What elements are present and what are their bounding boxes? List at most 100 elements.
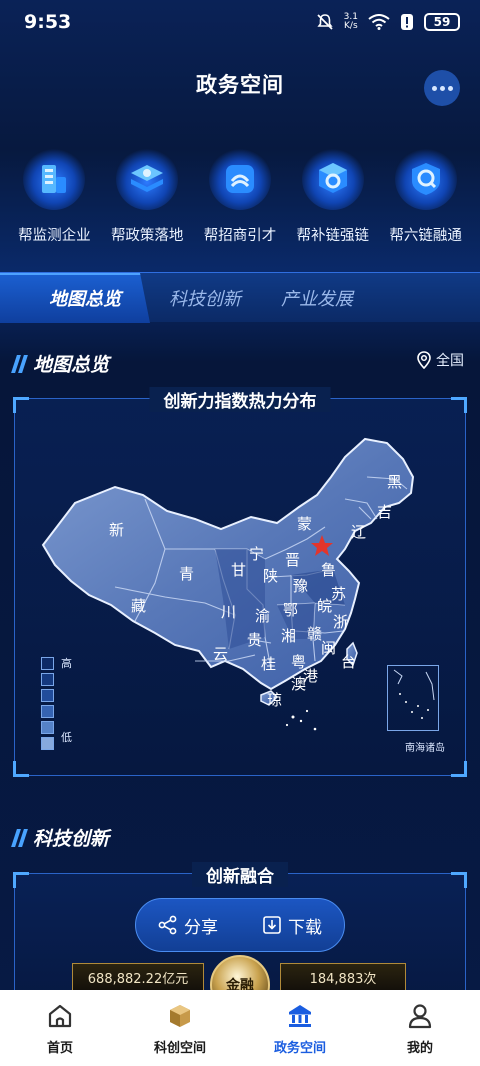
legend-swatch bbox=[41, 657, 54, 670]
alert-icon bbox=[401, 14, 413, 30]
tab-bar: 地图总览 科技创新 产业发展 bbox=[0, 272, 480, 323]
nav-government-space[interactable]: 政务空间 bbox=[250, 1002, 350, 1066]
more-dot-icon bbox=[447, 85, 453, 91]
province-label: 吉 bbox=[377, 503, 392, 521]
province-label: 闽 bbox=[321, 639, 336, 657]
section-title: 科技创新 bbox=[33, 828, 110, 850]
stat-count: 184,883次 bbox=[280, 963, 406, 991]
building-chart-icon bbox=[23, 148, 86, 210]
map-section-heading: 地图总览 bbox=[11, 350, 110, 377]
province-label: 渝 bbox=[255, 607, 270, 625]
province-label: 鄂 bbox=[283, 601, 298, 619]
download-button[interactable]: 下载 bbox=[262, 913, 322, 938]
nav-innovation-space[interactable]: 科创空间 bbox=[130, 1002, 230, 1066]
service-supply-chain[interactable]: 帮补链强链 bbox=[289, 148, 377, 245]
more-button[interactable] bbox=[424, 70, 460, 106]
province-label: 陕 bbox=[263, 567, 278, 585]
nav-label: 我的 bbox=[406, 1041, 433, 1056]
service-label: 帮政策落地 bbox=[110, 228, 184, 244]
nav-label: 科创空间 bbox=[153, 1041, 206, 1056]
screen: 9:53 3.1 K/s 59 政务空间 帮监测企业 帮政策落地 帮招商引才 帮… bbox=[0, 0, 480, 1066]
province-label: 皖 bbox=[317, 597, 332, 615]
province-label: 川 bbox=[221, 603, 236, 621]
chain-shield-icon bbox=[394, 148, 457, 210]
province-label: 琼 bbox=[267, 691, 282, 709]
location-pin-icon bbox=[417, 351, 431, 369]
south-sea-inset bbox=[387, 665, 439, 731]
province-label: 澳 bbox=[291, 675, 306, 693]
legend-low-label: 低 bbox=[61, 731, 72, 744]
download-label: 下载 bbox=[288, 917, 322, 938]
service-label: 帮补链强链 bbox=[296, 228, 370, 244]
section-title: 地图总览 bbox=[33, 354, 110, 376]
province-label: 桂 bbox=[261, 655, 276, 673]
person-icon bbox=[408, 1004, 432, 1029]
section-marker-icon bbox=[11, 354, 28, 373]
service-label: 帮监测企业 bbox=[18, 228, 91, 244]
nav-home[interactable]: 首页 bbox=[10, 1002, 110, 1066]
province-label: 宁 bbox=[249, 545, 264, 563]
nav-mine[interactable]: 我的 bbox=[370, 1002, 470, 1066]
province-label: 辽 bbox=[351, 523, 366, 541]
more-dot-icon bbox=[439, 85, 445, 91]
mute-icon bbox=[317, 14, 333, 30]
tech-section-heading: 科技创新 bbox=[11, 824, 110, 851]
handshake-icon bbox=[208, 148, 271, 210]
wifi-icon bbox=[368, 14, 390, 30]
province-label: 湘 bbox=[281, 627, 296, 645]
province-label: 蒙 bbox=[297, 515, 312, 533]
government-icon bbox=[289, 1005, 311, 1027]
tab-tech-innovation[interactable]: 科技创新 bbox=[150, 273, 260, 323]
download-icon bbox=[263, 916, 281, 934]
region-label: 全国 bbox=[436, 353, 464, 369]
section-marker-icon bbox=[11, 828, 28, 847]
heatmap-panel: 创新力指数热力分布 新 藏 青 甘 宁 蒙 黑 吉 辽 晋 陕 川 渝 贵 云 … bbox=[13, 387, 467, 777]
province-label: 甘 bbox=[231, 561, 246, 579]
province-label: 鲁 bbox=[321, 561, 336, 579]
south-sea-islands-map bbox=[393, 669, 435, 719]
battery-indicator: 59 bbox=[424, 13, 460, 31]
province-label: 黑 bbox=[387, 473, 402, 491]
service-label: 帮招商引才 bbox=[203, 228, 277, 244]
legend-swatch bbox=[41, 673, 54, 686]
province-label: 台 bbox=[341, 653, 356, 671]
inset-label: 南海诸岛 bbox=[405, 743, 445, 754]
service-monitor-enterprise[interactable]: 帮监测企业 bbox=[10, 148, 98, 245]
province-label: 藏 bbox=[131, 597, 146, 615]
province-label: 赣 bbox=[307, 625, 322, 643]
legend-swatch bbox=[41, 721, 54, 734]
status-time: 9:53 bbox=[24, 11, 72, 33]
heat-legend bbox=[41, 657, 54, 750]
share-icon bbox=[158, 915, 177, 935]
tab-map-overview[interactable]: 地图总览 bbox=[30, 273, 140, 323]
cube-icon bbox=[170, 1005, 190, 1027]
province-label: 浙 bbox=[333, 613, 348, 631]
service-label: 帮六链融通 bbox=[389, 228, 462, 244]
legend-swatch bbox=[41, 705, 54, 718]
tab-industry-development[interactable]: 产业发展 bbox=[262, 273, 372, 323]
service-investment[interactable]: 帮招商引才 bbox=[196, 148, 284, 245]
province-label: 青 bbox=[179, 565, 194, 583]
province-label: 贵 bbox=[247, 631, 262, 649]
legend-swatch bbox=[41, 737, 54, 750]
bottom-nav: 首页 科创空间 政务空间 我的 bbox=[0, 990, 480, 1066]
province-label: 苏 bbox=[331, 585, 346, 603]
legend-high-label: 高 bbox=[61, 657, 72, 670]
share-button[interactable]: 分享 bbox=[158, 913, 218, 938]
home-icon bbox=[48, 1004, 72, 1028]
net-speed: 3.1 K/s bbox=[344, 13, 358, 31]
region-selector[interactable]: 全国 bbox=[417, 350, 464, 370]
service-six-chain[interactable]: 帮六链融通 bbox=[382, 148, 470, 245]
layers-icon bbox=[116, 148, 179, 210]
nav-label: 首页 bbox=[46, 1041, 73, 1056]
status-bar: 9:53 3.1 K/s 59 bbox=[0, 0, 480, 44]
share-label: 分享 bbox=[184, 917, 218, 938]
nav-label: 政务空间 bbox=[273, 1041, 326, 1056]
province-label: 新 bbox=[109, 521, 124, 539]
province-label: 云 bbox=[213, 645, 228, 663]
province-label: 晋 bbox=[285, 551, 300, 569]
service-policy[interactable]: 帮政策落地 bbox=[103, 148, 191, 245]
status-icons: 3.1 K/s 59 bbox=[316, 13, 460, 31]
province-label: 豫 bbox=[293, 577, 308, 595]
share-download-bar: 分享 下载 bbox=[135, 898, 345, 952]
